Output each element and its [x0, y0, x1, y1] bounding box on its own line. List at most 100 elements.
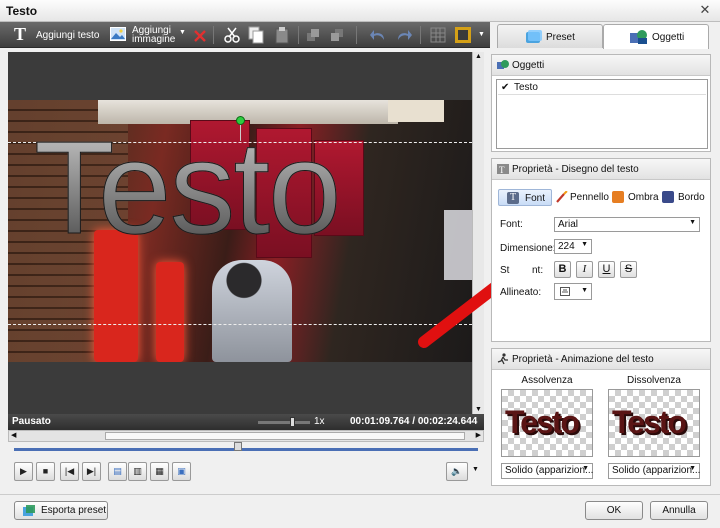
cancel-button[interactable]: Annulla: [650, 501, 708, 520]
add-image-label-2: immagine: [132, 34, 176, 45]
text-tool-icon: T: [14, 24, 27, 44]
timeline-playhead[interactable]: [234, 442, 242, 451]
speed-slider-track[interactable]: [258, 421, 310, 424]
paste-icon[interactable]: [274, 26, 290, 44]
objects-panel-title: Oggetti: [512, 60, 545, 71]
cut-icon[interactable]: [224, 27, 240, 43]
font-select[interactable]: Arial ▼: [554, 217, 700, 232]
toolbar-separator: [298, 26, 299, 44]
checkmark-icon[interactable]: ✔: [501, 82, 509, 93]
chevron-down-icon: ▼: [582, 465, 589, 472]
objects-icon: [630, 30, 647, 44]
italic-button[interactable]: I: [576, 261, 593, 278]
size-select[interactable]: 224 ▼: [554, 239, 592, 254]
playback-speed: 1x: [314, 416, 325, 427]
fade-in-select-value: Solido (apparizion...: [505, 465, 594, 476]
redo-icon[interactable]: [396, 28, 412, 42]
delete-icon[interactable]: [194, 30, 206, 42]
tab-objects[interactable]: Oggetti: [603, 24, 709, 49]
undo-icon[interactable]: [370, 28, 386, 42]
speed-slider-knob[interactable]: [290, 417, 295, 427]
font-label: Font:: [500, 219, 523, 230]
align-select[interactable]: ▼: [554, 283, 592, 300]
text-animation-title: Proprietà - Animazione del testo: [512, 354, 654, 365]
person-silhouette: [212, 260, 292, 362]
subtab-brush[interactable]: Pennello: [554, 189, 610, 206]
bring-forward-icon[interactable]: [306, 28, 320, 42]
stop-button[interactable]: ■: [36, 462, 55, 481]
brush-icon: [556, 191, 568, 203]
preview-horizontal-scrollbar[interactable]: ◀ ▶: [8, 430, 484, 442]
text-bounding-bottom: [8, 324, 472, 325]
border-icon: [662, 191, 674, 203]
copy-icon[interactable]: [248, 26, 264, 44]
scroll-up-icon[interactable]: ▲: [475, 53, 482, 60]
fade-out-select[interactable]: Solido (apparizion... ▼: [608, 463, 700, 479]
go-start-button[interactable]: |◀: [60, 462, 79, 481]
subtab-border[interactable]: Bordo: [660, 189, 708, 206]
speaker-icon: 🔈: [451, 466, 463, 476]
fit-width-button[interactable]: ▤: [108, 462, 127, 481]
fade-out-thumbnail[interactable]: Testo: [608, 389, 700, 457]
underline-button[interactable]: U: [598, 261, 615, 278]
scroll-left-icon[interactable]: ◀: [11, 431, 16, 439]
size-select-value: 224: [558, 241, 575, 252]
add-image-button[interactable]: Aggiungi immagine ▼: [110, 25, 188, 45]
subtab-border-label: Bordo: [678, 192, 705, 203]
timeline[interactable]: [8, 442, 484, 454]
playback-status-bar: Pausato 1x 00:01:09.764 / 00:02:24.644: [8, 414, 484, 430]
ok-button[interactable]: OK: [585, 501, 643, 520]
scroll-down-icon[interactable]: ▼: [475, 406, 482, 413]
add-text-button[interactable]: T Aggiungi testo: [14, 24, 99, 45]
subtab-brush-label: Pennello: [570, 192, 609, 203]
add-text-label: Aggiungi testo: [36, 30, 100, 41]
timeline-bar[interactable]: [14, 448, 478, 451]
chevron-down-icon[interactable]: ▼: [478, 31, 485, 38]
preview-vertical-scrollbar[interactable]: ▲ ▼: [472, 52, 484, 414]
strikethrough-button[interactable]: S: [620, 261, 637, 278]
shadow-icon: [612, 191, 624, 203]
export-preset-button[interactable]: Esporta preset: [14, 501, 108, 520]
style-label-start: St: [500, 265, 510, 276]
playback-status: Pausato: [12, 416, 51, 427]
objects-list[interactable]: ✔ Testo: [496, 79, 708, 149]
scroll-thumb[interactable]: [105, 432, 465, 440]
volume-button[interactable]: 🔈: [446, 462, 468, 481]
fullscreen-button[interactable]: ▣: [172, 462, 191, 481]
subtab-shadow-label: Ombra: [628, 192, 659, 203]
play-button[interactable]: ▶: [14, 462, 33, 481]
zoom-fit-button[interactable]: ▥: [128, 462, 147, 481]
toolbar-separator: [356, 26, 357, 44]
chevron-down-icon[interactable]: ▼: [179, 29, 186, 36]
export-preset-label: Esporta preset: [41, 505, 107, 516]
tab-preset[interactable]: Preset: [497, 24, 603, 48]
title-bar: Testo ✕: [0, 0, 720, 22]
text-object[interactable]: Testo: [34, 121, 342, 254]
close-icon[interactable]: ✕: [696, 2, 714, 19]
running-man-icon: [497, 353, 508, 365]
fade-in-thumbnail[interactable]: Testo: [501, 389, 593, 457]
objects-icon: [497, 60, 509, 69]
grid-icon[interactable]: [430, 27, 446, 43]
bold-button[interactable]: B: [554, 261, 571, 278]
safe-area-button[interactable]: ▦: [150, 462, 169, 481]
chevron-down-icon[interactable]: ▼: [472, 466, 479, 473]
fade-out-thumbnail-text: Testo: [612, 404, 687, 440]
list-item[interactable]: ✔ Testo: [498, 81, 706, 95]
scroll-right-icon[interactable]: ▶: [476, 431, 481, 439]
fade-in-thumbnail-text: Testo: [505, 404, 580, 440]
red-lantern: [156, 262, 184, 362]
go-end-button[interactable]: ▶|: [82, 462, 101, 481]
fade-in-select[interactable]: Solido (apparizion... ▼: [501, 463, 593, 479]
safe-area-icon: ▦: [155, 466, 164, 476]
subtab-font[interactable]: T Font: [498, 189, 552, 206]
toolbar: T Aggiungi testo Aggiungi immagine ▼ ▼: [0, 22, 490, 48]
preview-canvas[interactable]: Testo ▲ ▼: [8, 52, 484, 414]
send-backward-icon[interactable]: [330, 28, 344, 42]
subtab-shadow[interactable]: Ombra: [610, 189, 660, 206]
svg-text:T: T: [499, 165, 505, 175]
style-label-end: nt:: [532, 265, 544, 276]
frame-color-icon[interactable]: [454, 26, 472, 44]
zoom-fit-icon: ▥: [133, 466, 142, 476]
font-icon: T: [507, 192, 519, 204]
